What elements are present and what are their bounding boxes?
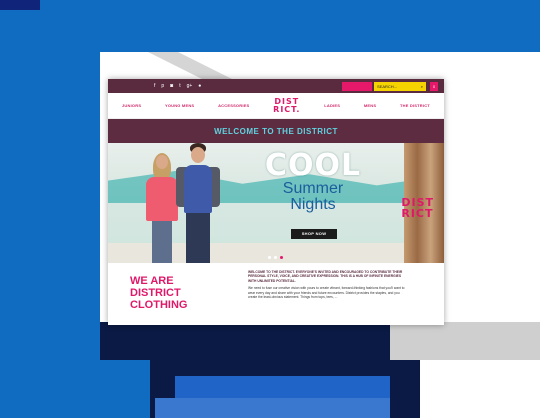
corner-accent — [0, 0, 40, 10]
model-man — [176, 143, 220, 263]
bottom-right-bar — [390, 322, 540, 360]
bottom-left-panel — [0, 360, 150, 418]
logo-line-2: RICT. — [273, 104, 301, 114]
nav-item-mens[interactable]: MENS — [364, 103, 376, 108]
site-logo[interactable]: DIST RICT. — [273, 97, 301, 114]
user-icon[interactable]: ● — [198, 83, 201, 89]
main-nav: JUNIORS YOUNG MENS ACCESSORIES DIST RICT… — [108, 93, 444, 119]
about-body: We need to fuse our creative vision with… — [248, 286, 405, 300]
nav-item-accessories[interactable]: ACCESSORIES — [218, 103, 249, 108]
hero-headline-summer: Summer — [282, 180, 344, 197]
hero-logo-line-2: RICT — [401, 207, 434, 220]
search-placeholder: SEARCH... — [377, 83, 398, 89]
cart-icon[interactable]: 0 — [430, 81, 438, 91]
top-utility-bar: f p ◙ t g+ ● SEARCH... ⌕ 0 — [108, 79, 444, 93]
instagram-icon[interactable]: ◙ — [170, 83, 173, 89]
search-input[interactable]: SEARCH... ⌕ — [374, 81, 426, 91]
hero-wall-logo: DIST RICT — [401, 197, 434, 219]
hero-headline: COOL Summer Nights — [253, 151, 373, 213]
nav-item-young-mens[interactable]: YOUNG MENS — [165, 103, 194, 108]
background-top-right — [420, 0, 540, 52]
bottom-blue-bar-2 — [155, 398, 390, 418]
welcome-banner: WELCOME TO THE DISTRICT — [108, 119, 444, 143]
shop-now-button[interactable]: SHOP NOW — [291, 229, 337, 239]
nav-item-the-district[interactable]: THE DISTRICT — [400, 103, 430, 108]
bottom-blue-bar — [175, 376, 390, 398]
carousel-dot[interactable] — [268, 256, 271, 259]
facebook-icon[interactable]: f — [154, 83, 155, 89]
hero-headline-cool: COOL — [264, 148, 362, 183]
carousel-dots — [268, 256, 283, 259]
hero-headline-nights: Nights — [290, 196, 336, 213]
search-icon: ⌕ — [420, 83, 423, 89]
welcome-title: WELCOME TO THE DISTRICT — [214, 126, 338, 136]
about-heading: WE ARE DISTRICT CLOTHING — [130, 275, 188, 311]
about-text: WELCOME TO THE DISTRICT. EVERYONE'S INVI… — [248, 270, 408, 299]
pinterest-icon[interactable]: p — [161, 83, 164, 89]
nav-item-juniors[interactable]: JUNIORS — [122, 103, 141, 108]
background-left-band — [0, 0, 100, 418]
about-section: WE ARE DISTRICT CLOTHING WELCOME TO THE … — [108, 263, 444, 325]
google-plus-icon[interactable]: g+ — [187, 83, 193, 89]
nav-item-ladies[interactable]: LADIES — [324, 103, 340, 108]
website-preview: f p ◙ t g+ ● SEARCH... ⌕ 0 JUNIORS YOUNG… — [108, 79, 444, 325]
model-woman — [144, 149, 180, 263]
about-intro: WELCOME TO THE DISTRICT. EVERYONE'S INVI… — [248, 270, 403, 283]
carousel-dot-active[interactable] — [280, 256, 283, 259]
account-button[interactable] — [342, 81, 372, 91]
carousel-dot[interactable] — [274, 256, 277, 259]
hero-banner: COOL Summer Nights SHOP NOW DIST RICT — [108, 143, 444, 263]
social-links: f p ◙ t g+ ● — [154, 83, 201, 89]
twitter-icon[interactable]: t — [179, 83, 180, 89]
